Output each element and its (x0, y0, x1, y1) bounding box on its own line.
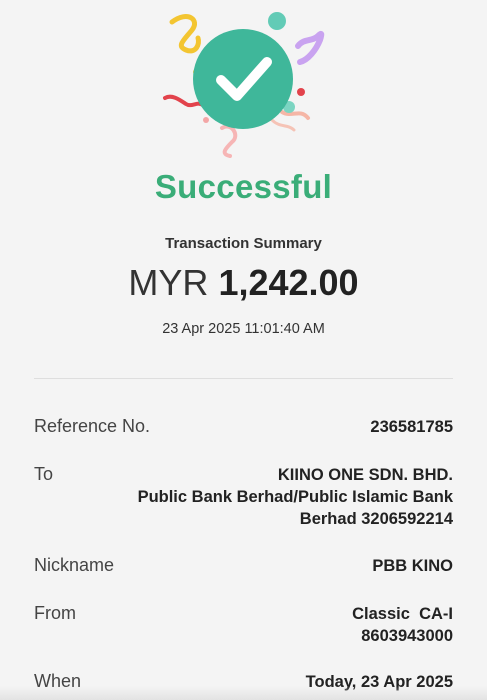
confetti-peach-streamer-2 (270, 118, 296, 132)
check-circle-icon (193, 29, 293, 129)
reference-value: 236581785 (370, 416, 453, 438)
transaction-datetime: 23 Apr 2025 11:01:40 AM (162, 321, 325, 337)
source-account-number: 8603943000 (361, 627, 453, 645)
nickname-text: PBB KINO (372, 557, 453, 575)
section-divider (34, 378, 453, 379)
to-value: KIINO ONE SDN. BHD. Public Bank Berhad/P… (138, 464, 453, 530)
confetti-red-dot (297, 88, 305, 96)
recipient-name: KIINO ONE SDN. BHD. (277, 466, 453, 484)
confetti-pink-ribbon (220, 124, 238, 158)
status-title: Successful (154, 168, 333, 205)
recipient-bank-account: Berhad 3206592214 (299, 510, 453, 528)
reference-number: 236581785 (370, 418, 453, 436)
nickname-label: Nickname (34, 555, 115, 575)
success-confetti-illustration (163, 12, 325, 158)
confetti-peach-streamer (280, 110, 310, 120)
amount-value: 1,242.00 (218, 262, 359, 303)
from-value: Classic CA-I 8603943000 (352, 603, 453, 647)
source-account-type: Classic CA-I (352, 605, 453, 623)
confetti-yellow-ribbon (169, 14, 201, 54)
from-label: From (34, 603, 76, 623)
bottom-scroll-shadow (0, 686, 487, 700)
nickname-value: PBB KINO (372, 555, 453, 577)
transaction-receipt-screen: Successful Transaction Summary MYR 1,242… (0, 0, 487, 700)
reference-label: Reference No. (34, 416, 151, 436)
transaction-summary-label: Transaction Summary (165, 235, 322, 252)
confetti-teal-dot (268, 12, 286, 30)
confetti-pink-dot (203, 117, 209, 123)
confetti-purple-ribbon (295, 30, 325, 65)
recipient-bank: Public Bank Berhad/Public Islamic Bank (137, 488, 453, 506)
amount-currency: MYR (128, 262, 209, 303)
to-label: To (34, 464, 54, 484)
transaction-amount: MYR 1,242.00 (0, 262, 487, 304)
